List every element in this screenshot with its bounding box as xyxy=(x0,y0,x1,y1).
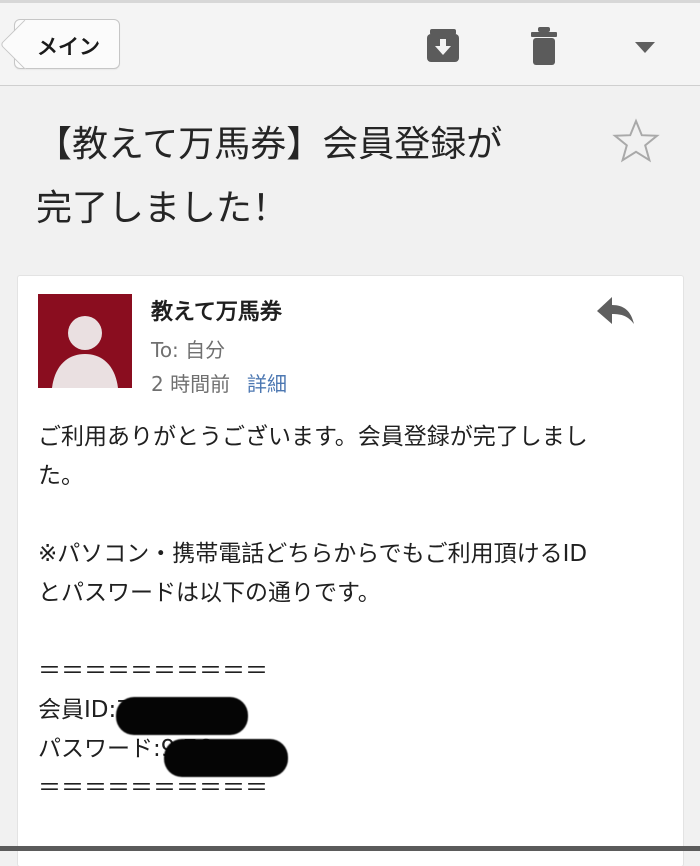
body-separator: ＝＝＝＝＝＝＝＝＝＝ xyxy=(38,658,268,684)
bottom-divider xyxy=(0,846,700,851)
redaction-mark-member-id xyxy=(116,697,248,735)
sent-time: 2 時間前 xyxy=(151,372,231,396)
email-message-card: 教えて万馬券 To: 自分 2 時間前 詳細 ご利用ありがとうございます。会員登… xyxy=(18,276,683,866)
body-line: とパスワードは以下の通りです。 xyxy=(38,580,381,606)
sender-avatar xyxy=(38,294,132,388)
redaction-mark-password xyxy=(164,739,288,777)
chevron-down-icon[interactable] xyxy=(634,41,656,55)
email-body: ご利用ありがとうございます。会員登録が完了しまし た。 ※パソコン・携帯電話どち… xyxy=(38,418,678,808)
archive-icon[interactable] xyxy=(426,28,460,64)
password-line: パスワード:9 76 xyxy=(38,736,212,762)
person-icon xyxy=(52,316,118,388)
recipient: To: 自分 xyxy=(151,338,226,362)
top-toolbar: メイン xyxy=(0,0,700,86)
subject-line-1: 【教えて万馬券】会員登録が xyxy=(36,124,503,165)
body-line: ご利用ありがとうございます。会員登録が完了しまし xyxy=(38,424,588,450)
details-link[interactable]: 詳細 xyxy=(247,368,287,397)
reply-icon[interactable] xyxy=(595,294,637,330)
back-button-label: メイン xyxy=(37,35,100,59)
back-button[interactable]: メイン xyxy=(14,19,120,69)
trash-icon[interactable] xyxy=(530,27,558,65)
body-line: た。 xyxy=(38,463,84,489)
body-separator: ＝＝＝＝＝＝＝＝＝＝ xyxy=(38,775,268,801)
email-subject: 【教えて万馬券】会員登録が 完了しました！ xyxy=(36,113,596,241)
body-line: ※パソコン・携帯電話どちらからでもご利用頂けるID xyxy=(38,541,588,567)
star-icon[interactable] xyxy=(612,118,660,166)
subject-line-2: 完了しました！ xyxy=(36,188,289,229)
sender-name: 教えて万馬券 xyxy=(151,300,282,325)
